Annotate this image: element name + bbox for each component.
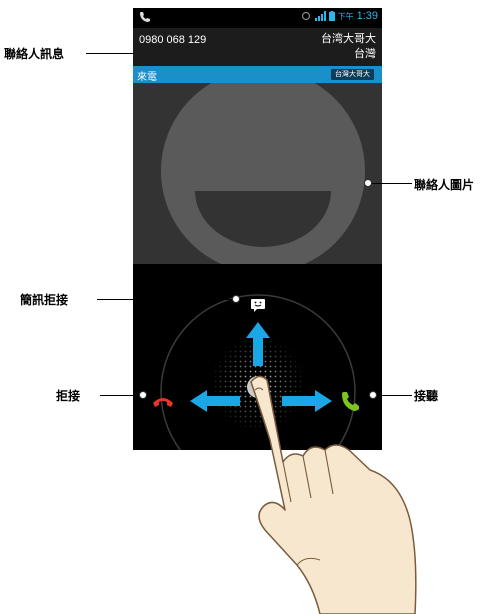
battery-icon — [328, 11, 335, 21]
hand-pointer-illustration — [250, 375, 417, 614]
clock: 1:39 — [356, 10, 378, 22]
reject-call-icon[interactable] — [152, 395, 174, 409]
annotation-sms-reject: 簡訊拒接 — [20, 293, 69, 307]
leader-line-contact-photo — [370, 183, 412, 184]
carrier-info: 台湾大哥大 台灣 — [321, 31, 376, 61]
carrier-name: 台湾大哥大 — [321, 32, 376, 45]
status-bar: 下午 1:39 — [133, 8, 382, 28]
incoming-call-label: 來電 — [137, 72, 157, 83]
signal-icon — [314, 11, 326, 21]
pointer-dot-reject — [139, 391, 147, 399]
annotation-answer: 接聽 — [414, 389, 439, 403]
annotation-reject: 拒接 — [56, 389, 81, 403]
leader-line-contact-info — [86, 53, 134, 54]
leader-line-reject — [100, 395, 140, 396]
arrow-up-icon — [246, 322, 270, 366]
sms-reject-icon[interactable] — [251, 299, 265, 312]
pointer-dot-sms-reject — [232, 295, 240, 303]
annotation-contact-info: 聯絡人訊息 — [4, 47, 65, 61]
incoming-call-bar: 來電 台灣大哥大 — [133, 66, 382, 83]
annotation-contact-photo: 聯絡人圖片 — [414, 178, 475, 192]
leader-line-answer — [376, 395, 412, 396]
sync-icon — [301, 11, 310, 21]
ampm-label: 下午 — [337, 11, 354, 21]
carrier-region: 台灣 — [354, 47, 376, 60]
default-avatar-icon — [161, 83, 365, 264]
contact-info-bar: 0980 068 129 台湾大哥大 台灣 — [133, 28, 382, 66]
contact-photo — [133, 83, 382, 264]
pointer-dot-contact-photo — [364, 179, 372, 187]
phone-icon — [140, 12, 150, 22]
pointer-dot-answer — [369, 391, 377, 399]
leader-line-sms-reject — [97, 299, 234, 300]
caller-number: 0980 068 129 — [139, 34, 207, 46]
network-tag: 台灣大哥大 — [331, 69, 374, 80]
